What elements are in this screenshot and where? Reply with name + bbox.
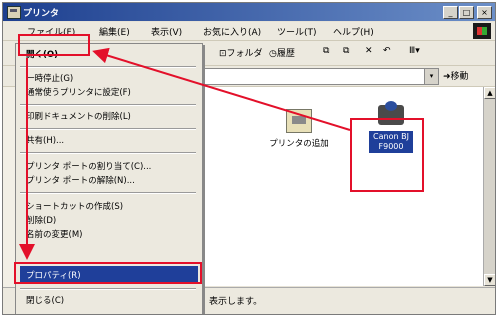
status-text: 表示します。 xyxy=(209,297,263,307)
go-button[interactable]: ➜移動 xyxy=(443,69,469,82)
menu-separator xyxy=(20,288,196,290)
properties-highlight xyxy=(14,262,202,284)
menu-help[interactable]: ヘルプ(H) xyxy=(333,25,374,38)
menu-edit[interactable]: 編集(E) xyxy=(99,25,130,38)
menu-item-pause[interactable]: 一時停止(G) xyxy=(26,72,73,84)
menu-item-rename[interactable]: 名前の変更(M) xyxy=(26,228,82,240)
right-scrollbar[interactable]: ▲ ▼ xyxy=(483,87,495,286)
menu-separator xyxy=(20,192,196,194)
menu-item-close[interactable]: 閉じる(C) xyxy=(26,294,64,306)
menu-favorites[interactable]: お気に入り(A) xyxy=(203,25,261,38)
menu-item-set-default[interactable]: 通常使うプリンタに設定(F) xyxy=(26,86,131,98)
menu-view[interactable]: 表示(V) xyxy=(151,25,182,38)
menu-separator xyxy=(20,152,196,154)
menu-separator xyxy=(20,128,196,130)
scroll-up-icon[interactable]: ▲ xyxy=(484,87,495,99)
menu-item-capture-port[interactable]: プリンタ ポートの割り当て(C)... xyxy=(26,160,151,172)
close-button[interactable]: × xyxy=(477,6,492,19)
printer-list: プリンタの追加 Canon BJ F9000 xyxy=(203,87,483,286)
scroll-down-icon[interactable]: ▼ xyxy=(484,274,495,286)
menu-item-create-shortcut[interactable]: ショートカットの作成(S) xyxy=(26,200,123,212)
maximize-button[interactable]: □ xyxy=(459,6,474,19)
title-bar[interactable]: プリンタ _ □ × xyxy=(3,3,495,21)
address-input[interactable]: ▾ xyxy=(203,68,439,85)
history-button[interactable]: ◷履歴 xyxy=(269,46,295,59)
menu-item-release-port[interactable]: プリンタ ポートの解除(N)... xyxy=(26,174,135,186)
move-to-icon[interactable]: ⧉ xyxy=(323,46,329,56)
chevron-down-icon[interactable]: ▾ xyxy=(424,69,438,84)
menu-item-purge-documents[interactable]: 印刷ドキュメントの削除(L) xyxy=(26,110,131,122)
file-menu-highlight xyxy=(18,34,90,56)
menu-item-share[interactable]: 共有(H)... xyxy=(26,134,64,146)
delete-icon[interactable]: ✕ xyxy=(365,46,373,56)
add-printer-label: プリンタの追加 xyxy=(269,139,329,149)
windows-logo-icon xyxy=(473,23,491,39)
add-printer-item[interactable]: プリンタの追加 xyxy=(259,109,339,149)
add-printer-icon xyxy=(286,109,312,133)
views-button[interactable]: Ⅲ▾ xyxy=(409,46,420,56)
copy-to-icon[interactable]: ⧉ xyxy=(343,46,349,56)
minimize-button[interactable]: _ xyxy=(443,6,458,19)
printer-folder-icon xyxy=(7,6,21,19)
menu-separator xyxy=(20,66,196,68)
undo-icon[interactable]: ↶ xyxy=(383,46,391,56)
window-title: プリンタ xyxy=(23,9,60,19)
menu-separator xyxy=(20,104,196,106)
menu-item-delete[interactable]: 削除(D) xyxy=(26,214,56,226)
menu-tools[interactable]: ツール(T) xyxy=(277,25,317,38)
folders-button[interactable]: ⊡フォルダ xyxy=(219,46,263,59)
printer-highlight xyxy=(350,118,424,192)
